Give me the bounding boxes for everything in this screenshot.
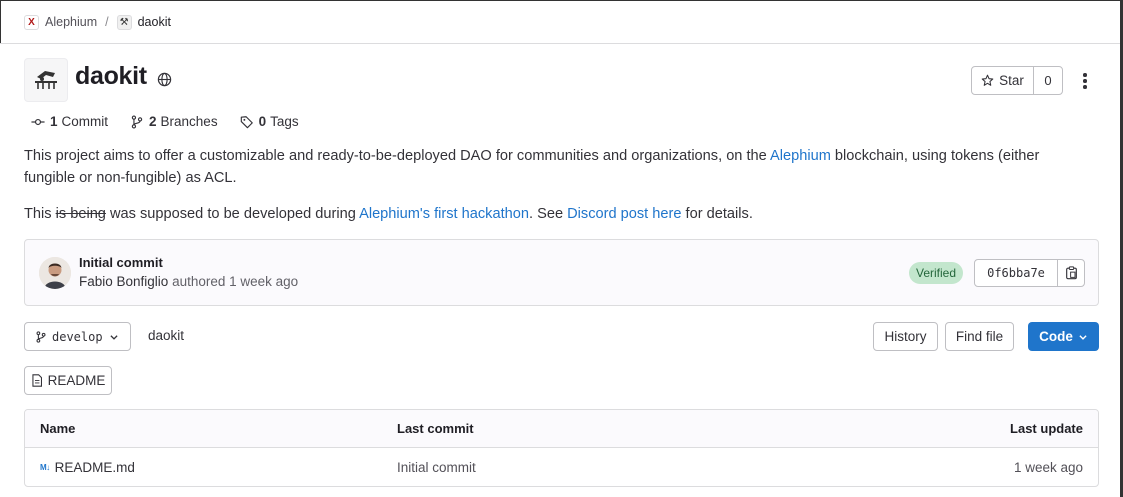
star-label: Star	[999, 73, 1024, 88]
hackathon-link[interactable]: Alephium's first hackathon	[359, 206, 529, 222]
star-count[interactable]: 0	[1033, 66, 1063, 95]
history-button[interactable]: History	[873, 322, 938, 351]
tags-link[interactable]: 0 Tags	[240, 114, 299, 129]
more-actions-icon[interactable]	[1076, 70, 1094, 92]
copy-sha-button[interactable]	[1057, 259, 1085, 287]
page-title: daokit	[75, 62, 147, 90]
commit-time: authored 1 week ago	[168, 274, 299, 289]
code-button-label: Code	[1039, 329, 1073, 344]
readme-button[interactable]: README	[24, 366, 112, 395]
file-name-cell[interactable]: M↓ README.md	[40, 448, 135, 486]
commit-label: Commit	[61, 114, 109, 129]
table-row[interactable]: M↓ README.md Initial commit 1 week ago	[25, 448, 1098, 486]
table-header: Name Last commit Last update	[25, 410, 1098, 448]
branch-icon	[36, 330, 46, 343]
globe-icon	[157, 72, 172, 87]
strikethrough-text: is being	[55, 206, 106, 222]
branch-name: develop	[52, 329, 103, 344]
project-description: This project aims to offer a customizabl…	[24, 145, 1094, 189]
commit-author-link[interactable]: Fabio Bonfiglio	[79, 274, 168, 289]
author-photo	[39, 257, 71, 289]
author-avatar[interactable]	[39, 257, 71, 289]
tag-count: 0	[258, 114, 267, 129]
chevron-down-icon	[1079, 334, 1087, 340]
breadcrumb-separator: /	[105, 15, 109, 29]
description-text: This	[24, 206, 56, 222]
clipboard-icon	[1065, 266, 1077, 280]
commit-title-link[interactable]: Initial commit	[79, 255, 163, 270]
tag-icon	[240, 115, 253, 128]
description-text: was supposed to be developed during	[105, 206, 360, 222]
star-icon	[981, 74, 994, 86]
column-header-last-commit: Last commit	[397, 421, 474, 436]
commit-sha[interactable]: 0f6bba7e	[974, 259, 1058, 287]
description-text: This project aims to offer a customizabl…	[24, 148, 771, 164]
description-text: . See	[528, 206, 568, 222]
group-avatar: X	[24, 14, 39, 30]
branch-count: 2	[149, 114, 157, 129]
breadcrumb-group-link[interactable]: Alephium	[45, 15, 97, 29]
branch-label: Branches	[160, 114, 218, 129]
file-table: Name Last commit Last update M↓ README.m…	[24, 409, 1099, 487]
find-file-button[interactable]: Find file	[945, 322, 1014, 351]
project-avatar-small: ⚒	[116, 14, 132, 30]
file-last-update: 1 week ago	[1013, 460, 1083, 475]
project-logo-icon	[35, 71, 57, 89]
column-header-name: Name	[40, 421, 76, 436]
code-button[interactable]: Code	[1028, 322, 1099, 351]
branches-link[interactable]: 2 Branches	[130, 114, 218, 129]
tag-label: Tags	[270, 114, 299, 129]
chevron-down-icon	[110, 334, 118, 340]
commit-meta: Fabio Bonfiglio authored 1 week ago	[79, 274, 298, 289]
file-last-commit[interactable]: Initial commit	[397, 448, 476, 486]
star-button[interactable]: Star	[971, 66, 1034, 95]
project-stats: 1 Commit 2 Branches 0 Tags	[31, 114, 321, 129]
branch-icon	[131, 114, 143, 129]
description-text: for details.	[681, 206, 753, 222]
commit-icon	[31, 118, 45, 125]
breadcrumb-project-link[interactable]: daokit	[138, 15, 171, 29]
column-header-last-update: Last update	[1010, 421, 1083, 436]
verified-badge[interactable]: Verified	[909, 262, 964, 284]
markdown-icon: M↓	[40, 463, 50, 472]
file-name[interactable]: README.md	[55, 460, 135, 475]
last-commit-panel: Initial commit Fabio Bonfiglio authored …	[24, 239, 1099, 306]
readme-label: README	[47, 373, 106, 388]
document-icon	[32, 374, 42, 387]
branch-selector[interactable]: develop	[24, 322, 131, 351]
commits-link[interactable]: 1 Commit	[31, 114, 108, 129]
discord-link[interactable]: Discord post here	[567, 206, 681, 222]
repo-path-breadcrumb[interactable]: daokit	[148, 328, 184, 343]
breadcrumb: X Alephium / ⚒ daokit	[0, 1, 1120, 44]
project-description-note: This is being was supposed to be develop…	[24, 203, 1094, 225]
commit-count: 1	[50, 114, 58, 129]
alephium-link[interactable]: Alephium	[770, 148, 831, 164]
project-avatar	[24, 58, 68, 102]
